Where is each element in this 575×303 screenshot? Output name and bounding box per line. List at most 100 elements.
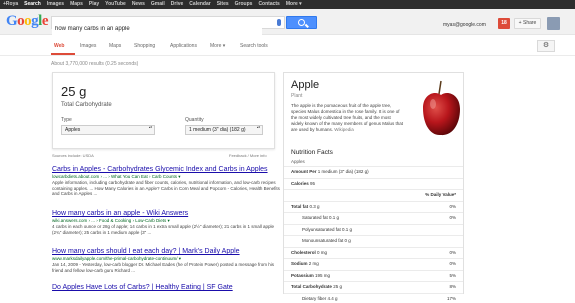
nutrition-label: Amount Per 1 medium (3" dia) (182 g) — [291, 167, 369, 176]
nutrition-row: Dietary fiber 4.4 g 17% — [284, 292, 463, 303]
topbar-item[interactable]: Groups — [235, 0, 253, 9]
carb-value: 25 g — [61, 84, 87, 99]
result-snippet: Jan 14, 2009 - Yesterday, low-carb blogg… — [52, 262, 275, 273]
nutrition-dv: 0% — [449, 215, 456, 220]
nutrition-row: Saturated fat 0.1 g 0% — [284, 212, 463, 222]
topbar-item[interactable]: More ▾ — [286, 0, 302, 9]
nutrition-label: Monounsaturated fat 0 g — [302, 236, 351, 245]
gear-icon[interactable]: ⚙ — [537, 40, 555, 52]
kp-source-link[interactable]: Wikipedia — [334, 127, 354, 132]
nutrition-facts-title: Nutrition Facts — [291, 149, 333, 156]
nutrition-label: Total fat 0.3 g — [291, 202, 319, 211]
kp-title: Apple — [291, 79, 320, 91]
carb-label: Total Carbohydrate — [61, 102, 112, 108]
result-title[interactable]: Carbs in Apples - Carbohydrates Glycemic… — [52, 166, 282, 173]
nutrition-label: Potassium 195 mg — [291, 271, 330, 280]
google-logo[interactable]: Google — [6, 13, 49, 30]
search-result: How many carbs should I eat each day? | … — [52, 248, 282, 273]
nutrient-name: Calories — [291, 180, 309, 186]
result-stats: About 3,770,000 results (0.25 seconds) — [51, 61, 139, 67]
nutrition-label: Sodium 2 mg — [291, 259, 319, 268]
nutrition-dv: 8% — [449, 284, 456, 289]
nutrition-dv: 17% — [446, 295, 456, 301]
tab-applications[interactable]: Applications — [170, 43, 197, 49]
black-nav-bar: +Roya Search Images Maps Play YouTube News Gmai… — [0, 0, 575, 9]
type-label: Type — [61, 117, 72, 123]
topbar-item[interactable]: Maps — [70, 0, 83, 9]
topbar-item[interactable]: Search — [24, 0, 41, 9]
nutrition-label: Saturated fat 0.1 g — [302, 213, 339, 222]
nutrient-amount: 95 — [310, 180, 316, 186]
topbar-item[interactable]: Contacts — [258, 0, 279, 9]
share-button[interactable]: + Share — [514, 18, 541, 29]
nutrition-row: Amount Per 1 medium (3" dia) (182 g) — [284, 166, 463, 176]
type-select[interactable]: Apples — [61, 125, 155, 135]
account-email[interactable]: myas@google.com — [443, 22, 486, 28]
active-tab-indicator — [51, 53, 75, 55]
nutrient-name: Monounsaturated fat — [302, 238, 344, 243]
nutrient-name: Saturated fat — [302, 215, 328, 220]
nutrient-name: Total fat — [291, 203, 309, 209]
topbar-item[interactable]: YouTube — [105, 0, 126, 9]
nutrient-amount: 4.4 g — [327, 295, 338, 301]
quantity-select[interactable]: 1 medium (3" dia) (182 g) — [185, 125, 263, 135]
header: Google myas@google.com 18 + Share — [0, 9, 575, 35]
nutrition-label: Calories 95 — [291, 179, 315, 188]
tab-maps[interactable]: Maps — [109, 43, 121, 49]
topbar-item[interactable]: Gmail — [151, 0, 165, 9]
nutrient-name: Sodium — [291, 261, 308, 266]
nutrient-amount: 195 mg — [315, 272, 331, 278]
nutrient-amount: 25 g — [333, 284, 342, 289]
nutrient-name: Dietary fiber — [302, 295, 327, 301]
topbar-item[interactable]: Play — [89, 0, 99, 9]
microphone-icon[interactable] — [277, 19, 281, 26]
nutrient-name: Amount Per — [291, 169, 317, 174]
nutrient-name: Cholesterol — [291, 249, 316, 255]
search-result: Do Apples Have Lots of Carbs? | Healthy … — [52, 284, 282, 291]
nutrition-row: Total fat 0.3 g 0% — [284, 200, 463, 211]
source-note: Sources include: USDA — [52, 153, 94, 158]
nutrition-dv: 0% — [449, 203, 456, 209]
search-button[interactable] — [286, 16, 317, 29]
tab-web[interactable]: Web — [54, 43, 64, 49]
topbar-item[interactable]: +Roya — [3, 0, 18, 9]
tab-images[interactable]: Images — [80, 43, 96, 49]
nutrition-row: Sodium 2 mg 0% — [284, 258, 463, 268]
search-tabs: Web Images Maps Shopping Applications Mo… — [0, 36, 575, 56]
nutrition-dv: 5% — [449, 272, 456, 278]
search-box[interactable] — [51, 16, 285, 35]
nutrition-row: Monounsaturated fat 0 g — [284, 235, 463, 245]
nutrition-row: Calories 95 — [284, 177, 463, 188]
topbar-item[interactable]: Calendar — [189, 0, 210, 9]
topbar-item[interactable]: Images — [47, 0, 64, 9]
topbar-item[interactable]: Drive — [171, 0, 184, 9]
nutrition-dv: 0% — [449, 261, 456, 266]
avatar[interactable] — [547, 17, 560, 30]
topbar-item[interactable]: News — [132, 0, 145, 9]
result-title[interactable]: Do Apples Have Lots of Carbs? | Healthy … — [52, 284, 282, 291]
nutrition-dv: 0% — [449, 249, 456, 255]
search-input[interactable] — [52, 23, 262, 35]
nutrition-facts-subtitle: Apples — [291, 159, 305, 164]
nutrient-amount: 0.3 g — [309, 203, 320, 209]
search-result: Carbs in Apples - Carbohydrates Glycemic… — [52, 166, 282, 197]
nutrient-name: Polyunsaturated fat — [302, 226, 341, 232]
kp-subtitle: Plant — [291, 93, 303, 99]
result-title[interactable]: How many carbs in an apple - Wiki Answer… — [52, 210, 282, 217]
tab-more[interactable]: More ▾ — [210, 43, 225, 49]
nutrient-amount: 0 g — [344, 238, 351, 243]
apple-image[interactable] — [419, 76, 463, 144]
notifications-badge[interactable]: 18 — [498, 18, 510, 29]
knowledge-panel: Apple Plant The apple is the pomaceous f… — [283, 72, 464, 301]
feedback-link[interactable]: Feedback / More info — [229, 153, 267, 158]
nutrition-row: Polyunsaturated fat 0.1 g — [284, 223, 463, 234]
tab-shopping[interactable]: Shopping — [134, 43, 155, 49]
nutrition-row: Total Carbohydrate 25 g 8% — [284, 281, 463, 291]
topbar-item[interactable]: Sites — [217, 0, 229, 9]
nutrition-label: Dietary fiber 4.4 g — [302, 294, 338, 303]
result-title[interactable]: How many carbs should I eat each day? | … — [52, 248, 282, 255]
nutrient-amount: 0.1 g — [342, 226, 353, 232]
result-snippet: 4 carbs in each ounce or 28g of apple; 1… — [52, 224, 274, 235]
nutrition-dv: % Daily Value* — [425, 192, 456, 197]
tab-search-tools[interactable]: Search tools — [240, 43, 268, 49]
